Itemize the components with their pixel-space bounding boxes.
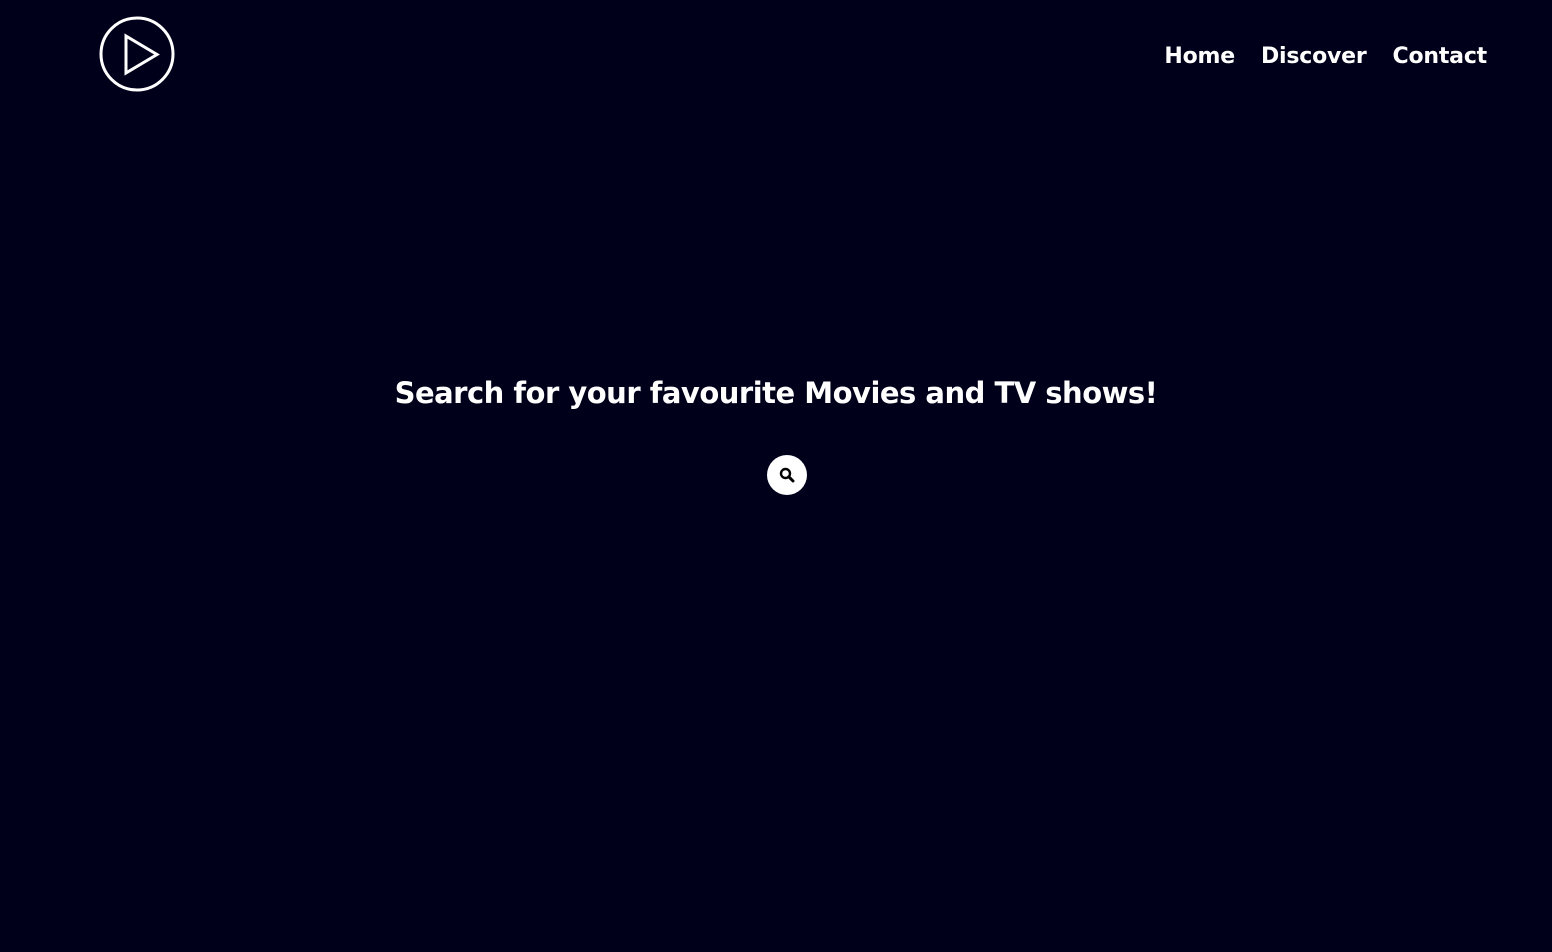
hero-title: Search for your favourite Movies and TV … [394,376,1158,410]
play-circle-icon [99,16,175,92]
logo[interactable] [99,16,175,92]
search-button[interactable] [767,455,807,495]
nav-contact-link[interactable]: Contact [1393,42,1488,72]
nav-discover-link[interactable]: Discover [1261,42,1367,72]
hero-section: Search for your favourite Movies and TV … [0,373,1552,413]
nav-home-link[interactable]: Home [1164,42,1235,72]
main-nav: Home Discover Contact [1164,42,1487,72]
search-icon [779,467,795,483]
